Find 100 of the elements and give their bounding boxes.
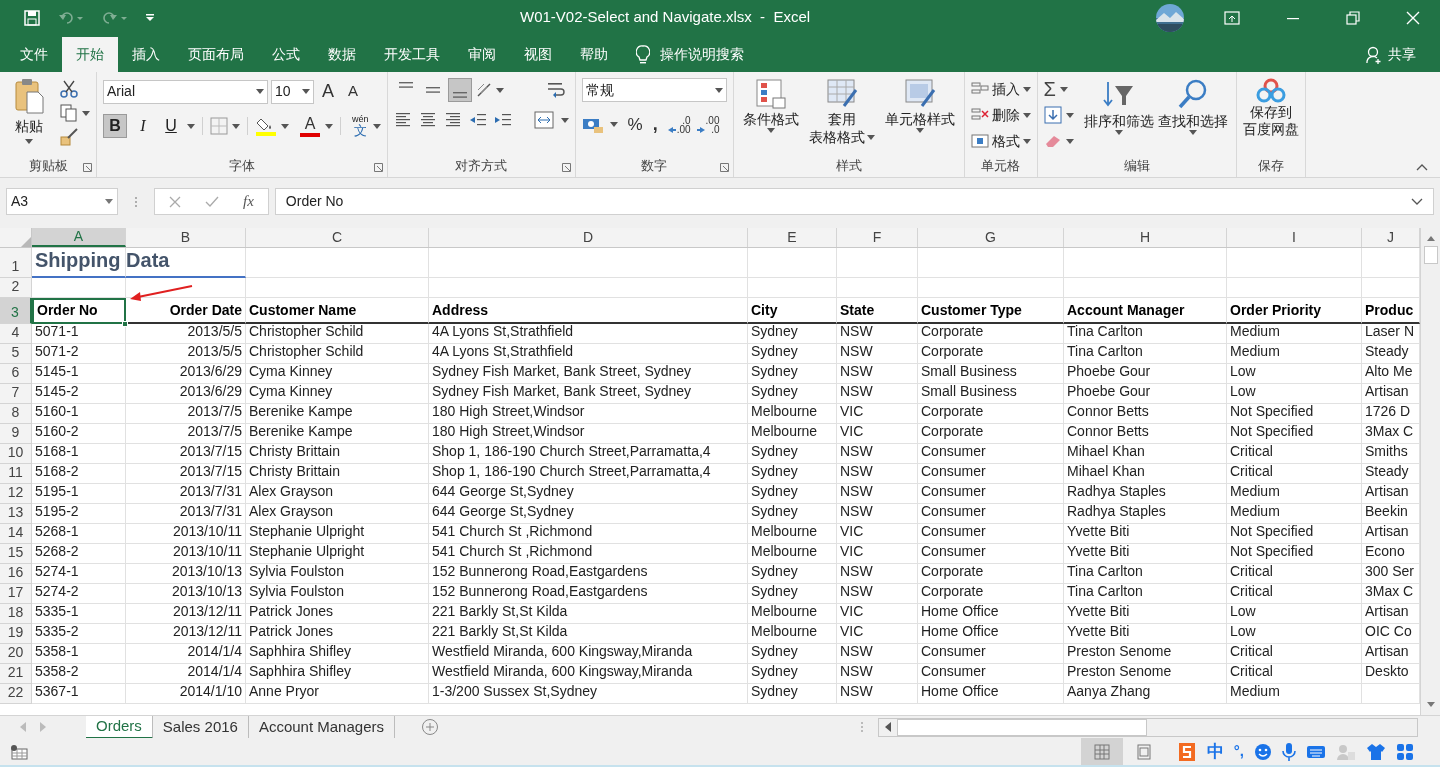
add-sheet-icon[interactable]	[421, 718, 439, 736]
ribbon-tab[interactable]: 公式	[258, 37, 314, 72]
caret-icon[interactable]	[1022, 86, 1031, 92]
caret-icon[interactable]	[1022, 112, 1031, 118]
autosum-button[interactable]: Σ	[1043, 74, 1056, 104]
expand-formula-icon[interactable]	[1411, 197, 1423, 206]
row-header[interactable]: 10	[0, 444, 32, 464]
ribbon-tab[interactable]: 开发工具	[370, 37, 454, 72]
ribbon-tab[interactable]: 页面布局	[174, 37, 258, 72]
column-header[interactable]: E	[748, 228, 837, 247]
apps-grid-icon[interactable]	[1396, 742, 1414, 761]
italic-button[interactable]: I	[131, 114, 155, 138]
ribbon-tab[interactable]: 审阅	[454, 37, 510, 72]
shrink-font-button[interactable]: A	[342, 80, 364, 103]
row-header[interactable]: 20	[0, 644, 32, 664]
copy-icon[interactable]	[60, 104, 78, 122]
caret-icon[interactable]	[82, 110, 90, 116]
shirt-icon[interactable]	[1366, 742, 1386, 761]
clipboard-icon[interactable]	[14, 78, 44, 114]
row-header[interactable]: 12	[0, 484, 32, 504]
customize-icon[interactable]	[146, 13, 154, 22]
scissors-icon[interactable]	[60, 80, 78, 98]
bold-button[interactable]: B	[103, 114, 127, 138]
caret-icon[interactable]	[232, 123, 240, 129]
caret-icon[interactable]	[281, 123, 289, 129]
underline-button[interactable]: U	[159, 114, 183, 138]
row-header[interactable]: 16	[0, 564, 32, 584]
conditional-style-button[interactable]: 条件格式	[739, 78, 802, 155]
close-icon[interactable]	[1406, 10, 1420, 25]
caret-icon[interactable]	[325, 123, 333, 129]
align-bottom-button[interactable]	[447, 78, 472, 102]
font-name-field[interactable]: Arial	[103, 79, 268, 104]
row-header[interactable]: 13	[0, 504, 32, 524]
caret-icon[interactable]	[256, 89, 264, 94]
caret-icon[interactable]	[915, 128, 924, 133]
column-header[interactable]: A	[32, 228, 126, 247]
formula-field[interactable]: Order No	[274, 188, 1434, 215]
row-header[interactable]: 2	[0, 278, 32, 298]
dialog-launcher-icon[interactable]	[373, 163, 383, 172]
align-center-icon[interactable]	[418, 111, 437, 129]
number-format-field[interactable]: 常规	[581, 78, 727, 102]
insert-cells-button[interactable]: 插入	[970, 78, 1031, 100]
find-button[interactable]: 查找和选择	[1155, 78, 1230, 155]
ribbon-tab[interactable]: 视图	[510, 37, 566, 72]
row-header[interactable]: 19	[0, 624, 32, 644]
font-size-field[interactable]: 10	[271, 79, 314, 104]
row-header[interactable]: 4	[0, 324, 32, 344]
share-button[interactable]: 共享	[1388, 44, 1416, 65]
caret-icon[interactable]	[187, 123, 195, 129]
column-header[interactable]: D	[429, 228, 748, 247]
save-icon[interactable]	[24, 9, 40, 26]
name-box[interactable]: A3	[6, 188, 118, 215]
fill-down-icon[interactable]	[1043, 106, 1062, 124]
ribbon-display-icon[interactable]	[1224, 10, 1240, 25]
column-header[interactable]: H	[1064, 228, 1227, 247]
decrease-decimal-button[interactable]: .00 .0	[696, 115, 720, 134]
table-style-button[interactable]: 套用 表格格式	[805, 78, 878, 155]
caret-icon[interactable]	[560, 117, 569, 123]
row-header[interactable]: 22	[0, 684, 32, 704]
dialog-launcher-icon[interactable]	[83, 163, 92, 172]
caret-icon[interactable]	[302, 89, 310, 94]
scroll-thumb[interactable]	[1423, 246, 1438, 264]
caret-icon[interactable]	[1188, 130, 1197, 135]
column-header[interactable]: F	[837, 228, 918, 247]
align-left-icon[interactable]	[393, 111, 412, 129]
dialog-launcher-icon[interactable]	[561, 163, 571, 172]
caret-icon[interactable]	[25, 139, 33, 144]
ribbon-tab[interactable]: 数据	[314, 37, 370, 72]
font-color-button[interactable]: A	[299, 115, 321, 137]
emoji-icon[interactable]	[1254, 742, 1272, 761]
ribbon-tab[interactable]: 帮助	[566, 37, 622, 72]
format-cells-button[interactable]: 格式	[970, 130, 1031, 152]
caret-icon[interactable]	[1065, 138, 1074, 144]
collapse-ribbon-icon[interactable]	[1416, 163, 1428, 171]
sheet-tab[interactable]: Orders	[86, 715, 153, 739]
paste-button[interactable]: 粘贴	[14, 78, 44, 137]
increase-decimal-button[interactable]: .0 .00	[667, 115, 691, 134]
caret-icon[interactable]	[766, 128, 775, 133]
restore-icon[interactable]	[1346, 10, 1360, 25]
align-right-icon[interactable]	[443, 111, 462, 129]
lightbulb-icon[interactable]	[636, 44, 650, 65]
scroll-down-icon[interactable]	[1425, 701, 1436, 709]
column-header[interactable]: C	[246, 228, 429, 247]
fill-handle[interactable]	[122, 321, 128, 327]
caret-icon[interactable]	[1114, 130, 1123, 135]
caret-icon[interactable]	[495, 87, 504, 93]
row-header[interactable]: 5	[0, 344, 32, 364]
microphone-icon[interactable]	[1282, 741, 1296, 762]
merge-cells-icon[interactable]	[533, 111, 554, 129]
keyboard-icon[interactable]	[1306, 743, 1326, 760]
save-to-cloud-button[interactable]: 保存到 百度网盘	[1242, 78, 1299, 155]
row-header[interactable]: 11	[0, 464, 32, 484]
row-header[interactable]: 17	[0, 584, 32, 604]
person-icon[interactable]	[1366, 45, 1382, 64]
caret-icon[interactable]	[105, 199, 113, 204]
scroll-left-icon[interactable]	[885, 722, 891, 732]
caret-icon[interactable]	[1065, 112, 1074, 118]
row-header[interactable]: 3	[0, 298, 32, 324]
tell-me-search[interactable]: 操作说明搜索	[660, 44, 744, 65]
row-header[interactable]: 1	[0, 248, 32, 278]
